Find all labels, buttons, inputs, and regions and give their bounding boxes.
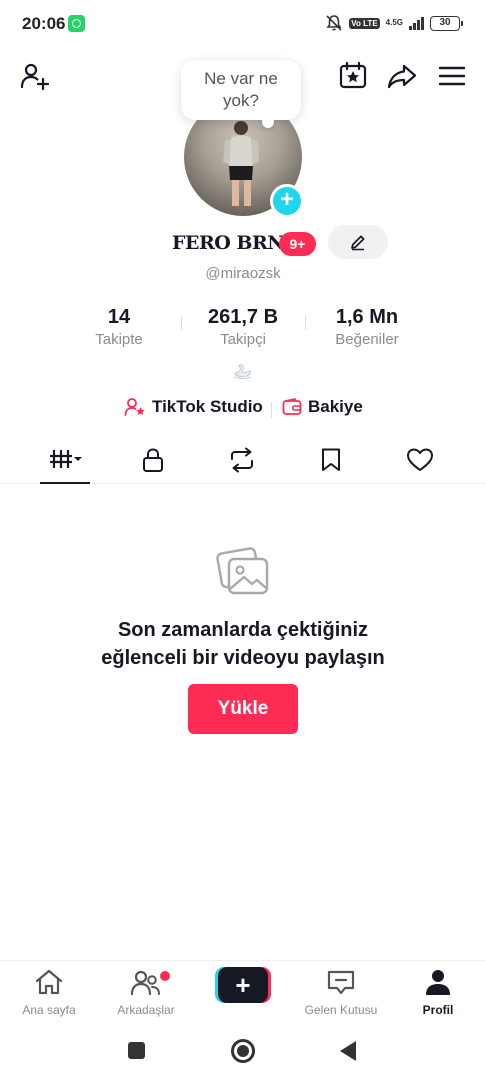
status-note-line1: Ne var ne [204,69,278,88]
following-count: 14 [107,306,131,328]
balance-label: Bakiye [308,397,363,416]
share-arrow-icon [387,64,417,89]
volte-indicator: Vo LTE [349,17,380,29]
calendar-button[interactable] [335,58,371,94]
system-back-button[interactable] [340,1041,356,1061]
empty-state-line1: Son zamanlarda çektiğiniz [117,619,369,641]
balance-link[interactable]: Bakiye [282,397,363,417]
add-story-button[interactable]: + [270,184,304,218]
followers-stat[interactable]: 261,7 B Takipçi [183,305,303,350]
profile-icon [393,967,483,997]
network-type: 4.5G [385,18,403,27]
bookmark-icon [322,448,340,471]
nav-profile-label: Profil [422,1003,454,1017]
empty-state-line2: eğlenceli bir videoyu paylaşın [101,647,385,669]
create-plus-icon: + [218,967,268,1003]
nav-friends-label: Arkadaşlar [117,1003,175,1017]
nav-friends[interactable]: Arkadaşlar [101,967,191,1017]
hamburger-menu-icon [438,66,466,86]
add-person-icon [20,63,49,91]
home-icon [4,967,94,997]
status-note-line2: yok? [223,91,259,110]
nav-home-label: Ana sayfa [22,1003,76,1017]
swan-icon [233,364,252,379]
stat-divider [305,316,306,330]
status-note-bubble[interactable]: Ne var ne yok? [181,60,301,120]
followers-label: Takipçi [220,331,266,348]
tab-saved[interactable] [311,442,351,478]
menu-button[interactable] [434,58,470,94]
following-label: Takipte [95,331,143,348]
stat-divider [181,316,182,330]
name-row: FERO BRN 9+ [0,225,486,260]
tab-videos[interactable] [44,442,84,478]
tiktok-studio-label: TikTok Studio [152,397,263,416]
video-grid-icon [50,450,82,468]
inbox-icon [296,967,386,997]
signal-icon [409,16,424,30]
profile-tabs [0,440,486,484]
status-time: 20:06 [22,14,66,33]
followers-count: 261,7 B [207,306,279,328]
display-name: FERO BRN [172,232,285,254]
battery-icon: 30 [430,15,463,31]
following-stat[interactable]: 14 Takipte [59,305,179,350]
empty-state-message: Son zamanlarda çektiğiniz eğlenceli bir … [0,616,486,672]
notification-badge[interactable]: 9+ [279,232,316,256]
wallet-icon [282,398,302,415]
avatar-photo [223,121,259,206]
heart-icon [407,448,433,471]
tab-liked[interactable] [400,442,440,478]
person-star-icon [124,398,145,416]
nav-profile[interactable]: Profil [393,967,483,1017]
pencil-icon [351,235,365,251]
creator-tools-row: TikTok Studio Bakiye [0,397,486,423]
username: @miraozsk [205,265,281,282]
lock-icon [143,448,163,472]
active-tab-indicator [40,482,90,484]
tiktok-studio-link[interactable]: TikTok Studio [124,397,263,417]
calendar-star-icon [339,61,367,89]
edit-profile-button[interactable] [328,225,388,259]
status-indicators: Vo LTE 4.5G 30 [325,14,463,32]
whatsapp-notification-icon [68,15,85,32]
status-note-text: Ne var ne yok? [204,68,278,112]
plus-icon: + [279,186,294,213]
photos-icon [216,547,269,595]
likes-stat[interactable]: 1,6 Mn Beğeniler [307,305,427,350]
status-bar: 20:06 Vo LTE 4.5G 30 [0,0,486,50]
tab-reposts[interactable] [222,442,262,478]
bubble-tail [262,116,274,128]
link-divider [271,402,272,418]
system-navigation-bar [0,1022,486,1080]
nav-inbox[interactable]: Gelen Kutusu [296,967,386,1017]
upload-button[interactable]: Yükle [188,684,298,734]
add-friend-button[interactable] [16,58,52,94]
mute-bell-icon [326,15,342,31]
friends-icon [101,967,191,997]
share-profile-button[interactable] [384,58,420,94]
likes-count: 1,6 Mn [335,306,399,328]
system-home-button[interactable] [231,1039,255,1063]
nav-inbox-label: Gelen Kutusu [304,1003,378,1017]
recent-apps-button[interactable] [128,1042,145,1059]
likes-label: Beğeniler [335,331,399,348]
friends-notification-dot [160,971,170,981]
create-button[interactable]: + [215,967,271,1003]
repost-icon [231,447,253,473]
tab-private[interactable] [133,442,173,478]
nav-home[interactable]: Ana sayfa [4,967,94,1017]
